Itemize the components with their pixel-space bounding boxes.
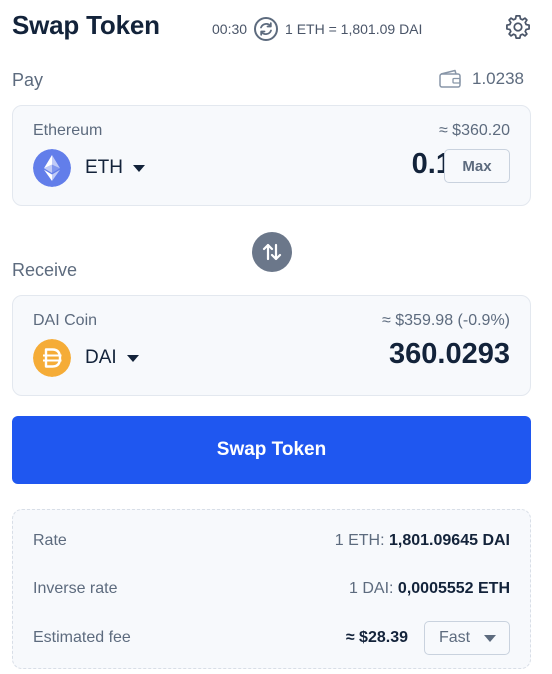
refresh-icon[interactable] (253, 16, 279, 42)
rate-value: 1,801.09645 DAI (389, 532, 510, 549)
rate-summary: 1 ETH = 1,801.09 DAI (285, 21, 423, 37)
receive-token-symbol: DAI (85, 347, 117, 368)
balance-value: 1.0238 (472, 69, 524, 88)
receive-usd-value: ≈ $359.98 (-0.9%) (382, 312, 510, 329)
receive-amount: 360.0293 (389, 338, 510, 370)
receive-card: DAI Coin ≈ $359.98 (-0.9%) DAI 360.0293 (12, 295, 531, 396)
inverse-rate-label: Inverse rate (33, 580, 118, 597)
header: Swap Token 00:30 1 ETH = 1,801.09 DAI (12, 10, 532, 46)
eth-logo-icon (33, 149, 71, 187)
inverse-rate-prefix: 1 DAI: (349, 580, 394, 597)
fee-label: Estimated fee (33, 629, 131, 646)
inverse-rate-value: 0,0005552 ETH (397, 580, 510, 597)
wallet-icon (439, 69, 461, 88)
rate-row: Rate 1 ETH: 1,801.09645 DAI (33, 530, 510, 554)
fee-value: ≈ $28.39 (345, 629, 408, 646)
receive-asset-name: DAI Coin (33, 312, 98, 329)
fee-speed-value: Fast (439, 629, 471, 646)
swap-details-panel: Rate 1 ETH: 1,801.09645 DAI Inverse rate… (12, 509, 531, 669)
receive-label: Receive (12, 260, 78, 280)
pay-card: Ethereum ≈ $360.20 ETH 0.1 Max (12, 105, 531, 206)
fee-row: Estimated fee ≈ $28.39 Fast (33, 621, 510, 655)
pay-label: Pay (12, 70, 44, 90)
dai-logo-icon (33, 339, 71, 377)
gear-icon[interactable] (504, 13, 532, 41)
page-title: Swap Token (12, 10, 160, 40)
pay-asset-name: Ethereum (33, 122, 103, 139)
chevron-down-icon (484, 634, 497, 642)
pay-usd-value: ≈ $360.20 (438, 122, 510, 139)
wallet-balance: 1.0238 (438, 69, 524, 89)
refresh-timer: 00:30 (212, 21, 248, 37)
inverse-rate-value-group: 1 DAI: 0,0005552 ETH (349, 580, 510, 598)
swap-direction-button[interactable] (252, 232, 292, 272)
rate-timer-group: 00:30 1 ETH = 1,801.09 DAI (212, 16, 422, 42)
fee-speed-select[interactable]: Fast (424, 621, 510, 655)
receive-token-select[interactable]: DAI (33, 339, 139, 377)
chevron-down-icon (126, 354, 139, 362)
swap-arrows-icon (262, 243, 282, 261)
rate-prefix: 1 ETH: (334, 532, 385, 549)
pay-token-select[interactable]: ETH (33, 149, 145, 187)
inverse-rate-row: Inverse rate 1 DAI: 0,0005552 ETH (33, 578, 510, 602)
chevron-down-icon (133, 164, 145, 172)
max-button[interactable]: Max (444, 149, 510, 183)
rate-value-group: 1 ETH: 1,801.09645 DAI (335, 532, 510, 550)
swap-token-button[interactable]: Swap Token (12, 416, 531, 484)
pay-token-symbol: ETH (85, 157, 123, 178)
rate-label: Rate (33, 532, 67, 549)
